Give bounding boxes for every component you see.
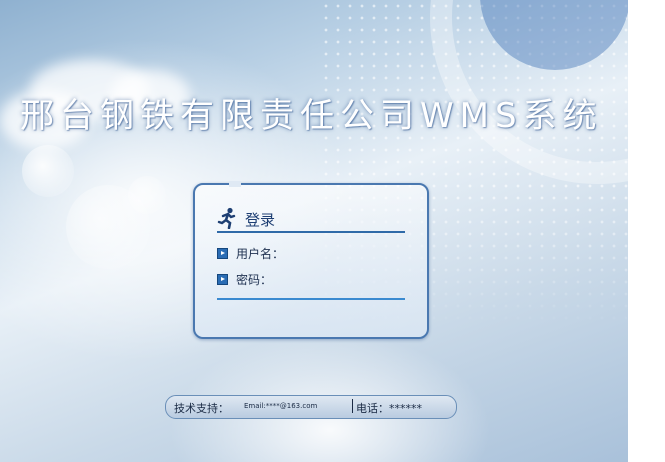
username-label: 用户名： [236,247,285,261]
password-label: 密码： [236,273,273,287]
panel-notch [229,181,241,187]
running-man-icon [217,207,236,229]
system-title: 邢台钢铁有限责任公司WMS系统 [20,96,603,136]
bubble [22,145,74,197]
login-header: 登录 [217,207,405,233]
login-background: 邢台钢铁有限责任公司WMS系统 登录 用户名： 密码： 技术支持： Email:… [0,0,628,462]
arrow-right-icon [217,274,228,285]
login-title: 登录 [245,211,276,229]
support-phone: 电话：****** [356,402,422,415]
username-field[interactable]: 用户名： [217,245,284,261]
support-footer: 技术支持： Email:****@163.com 电话：****** [165,395,457,419]
divider [217,298,405,300]
support-label: 技术支持： [174,402,229,415]
footer-separator [352,399,353,413]
login-panel: 登录 用户名： 密码： [193,181,429,339]
support-email: Email:****@163.com [244,402,318,410]
password-field[interactable]: 密码： [217,271,272,287]
bubble [128,176,166,214]
arrow-right-icon [217,248,228,259]
